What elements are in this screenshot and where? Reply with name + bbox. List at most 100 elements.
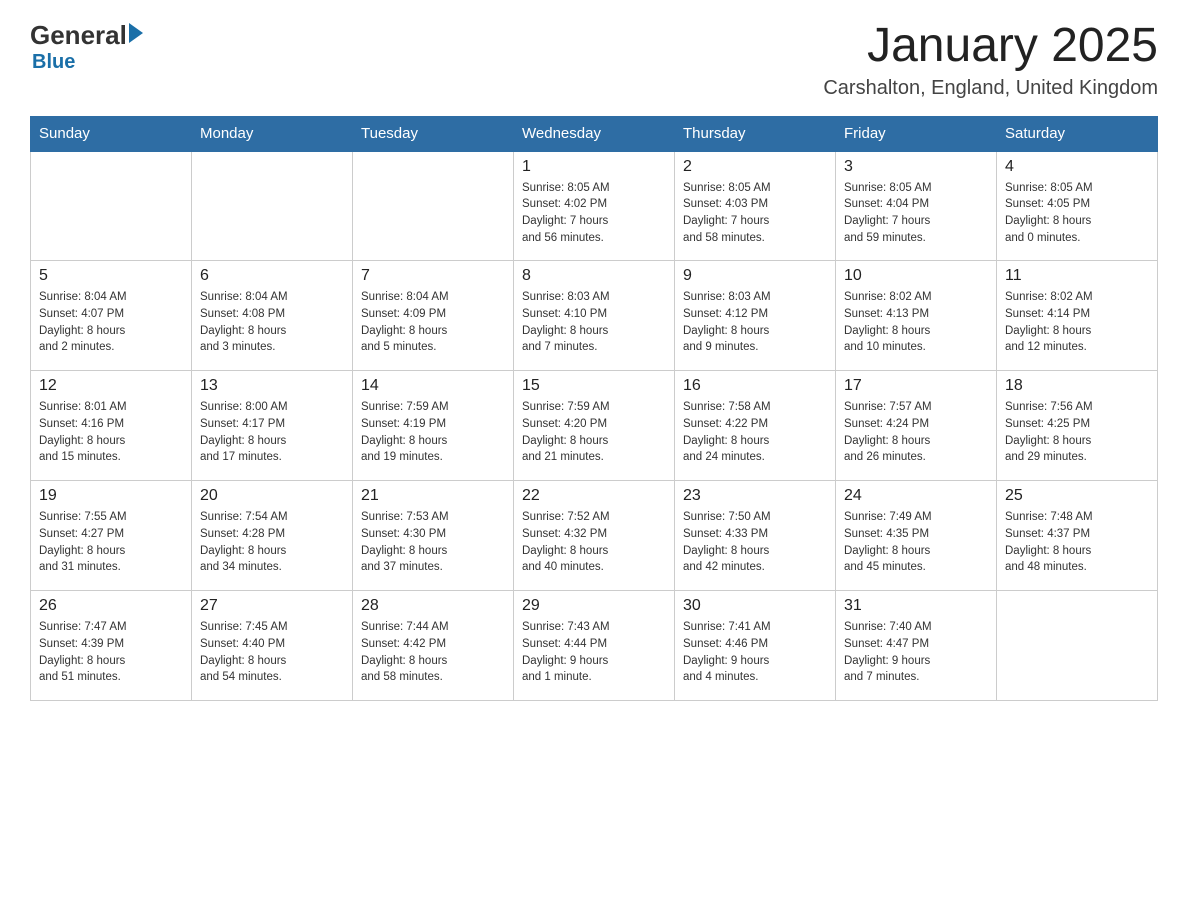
day-info: Sunrise: 8:04 AM Sunset: 4:07 PM Dayligh…	[39, 289, 183, 356]
day-info: Sunrise: 8:01 AM Sunset: 4:16 PM Dayligh…	[39, 399, 183, 466]
day-info: Sunrise: 7:56 AM Sunset: 4:25 PM Dayligh…	[1005, 399, 1149, 466]
day-info: Sunrise: 7:44 AM Sunset: 4:42 PM Dayligh…	[361, 619, 505, 686]
day-info: Sunrise: 8:05 AM Sunset: 4:03 PM Dayligh…	[683, 180, 827, 247]
day-info: Sunrise: 8:03 AM Sunset: 4:10 PM Dayligh…	[522, 289, 666, 356]
day-info: Sunrise: 7:47 AM Sunset: 4:39 PM Dayligh…	[39, 619, 183, 686]
day-number: 5	[39, 267, 183, 285]
calendar-cell: 28 Sunrise: 7:44 AM Sunset: 4:42 PM Dayli…	[353, 591, 514, 701]
calendar-cell: 1Sunrise: 8:05 AM Sunset: 4:02 PM Daylig…	[514, 151, 675, 261]
day-number: 7	[361, 267, 505, 285]
day-number: 8	[522, 267, 666, 285]
day-number: 16	[683, 377, 827, 395]
calendar-cell: 31 Sunrise: 7:40 AM Sunset: 4:47 PM Dayli…	[836, 591, 997, 701]
calendar-cell: 25Sunrise: 7:48 AM Sunset: 4:37 PM Dayli…	[997, 481, 1158, 591]
logo-arrow-icon	[129, 23, 143, 43]
day-info: Sunrise: 8:05 AM Sunset: 4:05 PM Dayligh…	[1005, 180, 1149, 247]
day-info: Sunrise: 8:05 AM Sunset: 4:04 PM Dayligh…	[844, 180, 988, 247]
day-number: 13	[200, 377, 344, 395]
day-info: Sunrise: 7:57 AM Sunset: 4:24 PM Dayligh…	[844, 399, 988, 466]
day-number: 10	[844, 267, 988, 285]
logo: General Blue	[30, 20, 143, 74]
day-number: 28	[361, 597, 505, 615]
day-info: Sunrise: 7:55 AM Sunset: 4:27 PM Dayligh…	[39, 509, 183, 576]
logo-blue-text: Blue	[32, 51, 143, 74]
day-number: 26	[39, 597, 183, 615]
calendar-cell: 6 Sunrise: 8:04 AM Sunset: 4:08 PM Daylig…	[192, 261, 353, 371]
calendar-week-row: 12Sunrise: 8:01 AM Sunset: 4:16 PM Dayli…	[31, 371, 1158, 481]
logo-general-text: General	[30, 20, 127, 51]
day-info: Sunrise: 7:53 AM Sunset: 4:30 PM Dayligh…	[361, 509, 505, 576]
day-number: 19	[39, 487, 183, 505]
calendar-week-row: 26 Sunrise: 7:47 AM Sunset: 4:39 PM Dayli…	[31, 591, 1158, 701]
calendar-cell: 15 Sunrise: 7:59 AM Sunset: 4:20 PM Dayli…	[514, 371, 675, 481]
calendar-title-area: January 2025 Carshalton, England, United…	[823, 20, 1158, 100]
calendar-cell: 16 Sunrise: 7:58 AM Sunset: 4:22 PM Dayli…	[675, 371, 836, 481]
calendar-cell: 21 Sunrise: 7:53 AM Sunset: 4:30 PM Dayli…	[353, 481, 514, 591]
calendar-cell: 20 Sunrise: 7:54 AM Sunset: 4:28 PM Dayli…	[192, 481, 353, 591]
calendar-title: January 2025	[823, 20, 1158, 73]
calendar-cell: 29 Sunrise: 7:43 AM Sunset: 4:44 PM Dayli…	[514, 591, 675, 701]
day-number: 15	[522, 377, 666, 395]
day-info: Sunrise: 7:54 AM Sunset: 4:28 PM Dayligh…	[200, 509, 344, 576]
day-info: Sunrise: 7:43 AM Sunset: 4:44 PM Dayligh…	[522, 619, 666, 686]
weekday-header-sunday: Sunday	[31, 116, 192, 151]
weekday-header-tuesday: Tuesday	[353, 116, 514, 151]
calendar-cell: 9 Sunrise: 8:03 AM Sunset: 4:12 PM Daylig…	[675, 261, 836, 371]
day-info: Sunrise: 7:40 AM Sunset: 4:47 PM Dayligh…	[844, 619, 988, 686]
calendar-subtitle: Carshalton, England, United Kingdom	[823, 77, 1158, 100]
calendar-week-row: 1Sunrise: 8:05 AM Sunset: 4:02 PM Daylig…	[31, 151, 1158, 261]
day-info: Sunrise: 7:52 AM Sunset: 4:32 PM Dayligh…	[522, 509, 666, 576]
calendar-cell	[997, 591, 1158, 701]
calendar-cell: 11 Sunrise: 8:02 AM Sunset: 4:14 PM Dayli…	[997, 261, 1158, 371]
day-number: 9	[683, 267, 827, 285]
day-info: Sunrise: 7:49 AM Sunset: 4:35 PM Dayligh…	[844, 509, 988, 576]
calendar-cell: 10Sunrise: 8:02 AM Sunset: 4:13 PM Dayli…	[836, 261, 997, 371]
day-info: Sunrise: 8:02 AM Sunset: 4:14 PM Dayligh…	[1005, 289, 1149, 356]
day-number: 21	[361, 487, 505, 505]
weekday-header-friday: Friday	[836, 116, 997, 151]
day-number: 29	[522, 597, 666, 615]
calendar-cell: 13 Sunrise: 8:00 AM Sunset: 4:17 PM Dayli…	[192, 371, 353, 481]
calendar-cell: 19 Sunrise: 7:55 AM Sunset: 4:27 PM Dayli…	[31, 481, 192, 591]
calendar-cell	[192, 151, 353, 261]
weekday-header-row: SundayMondayTuesdayWednesdayThursdayFrid…	[31, 116, 1158, 151]
calendar-cell: 4 Sunrise: 8:05 AM Sunset: 4:05 PM Daylig…	[997, 151, 1158, 261]
day-number: 17	[844, 377, 988, 395]
day-number: 3	[844, 158, 988, 176]
day-info: Sunrise: 7:59 AM Sunset: 4:20 PM Dayligh…	[522, 399, 666, 466]
day-info: Sunrise: 8:04 AM Sunset: 4:08 PM Dayligh…	[200, 289, 344, 356]
weekday-header-thursday: Thursday	[675, 116, 836, 151]
day-number: 11	[1005, 267, 1149, 285]
calendar-week-row: 19 Sunrise: 7:55 AM Sunset: 4:27 PM Dayli…	[31, 481, 1158, 591]
day-number: 6	[200, 267, 344, 285]
page-header: General Blue January 2025 Carshalton, En…	[30, 20, 1158, 100]
calendar-table: SundayMondayTuesdayWednesdayThursdayFrid…	[30, 116, 1158, 702]
day-number: 2	[683, 158, 827, 176]
day-number: 22	[522, 487, 666, 505]
day-number: 4	[1005, 158, 1149, 176]
calendar-week-row: 5 Sunrise: 8:04 AM Sunset: 4:07 PM Daylig…	[31, 261, 1158, 371]
calendar-cell	[31, 151, 192, 261]
day-number: 20	[200, 487, 344, 505]
day-info: Sunrise: 7:45 AM Sunset: 4:40 PM Dayligh…	[200, 619, 344, 686]
day-info: Sunrise: 7:41 AM Sunset: 4:46 PM Dayligh…	[683, 619, 827, 686]
day-info: Sunrise: 7:58 AM Sunset: 4:22 PM Dayligh…	[683, 399, 827, 466]
day-number: 18	[1005, 377, 1149, 395]
calendar-cell: 30Sunrise: 7:41 AM Sunset: 4:46 PM Dayli…	[675, 591, 836, 701]
weekday-header-monday: Monday	[192, 116, 353, 151]
day-info: Sunrise: 7:50 AM Sunset: 4:33 PM Dayligh…	[683, 509, 827, 576]
day-info: Sunrise: 7:48 AM Sunset: 4:37 PM Dayligh…	[1005, 509, 1149, 576]
calendar-cell: 18 Sunrise: 7:56 AM Sunset: 4:25 PM Dayli…	[997, 371, 1158, 481]
day-number: 1	[522, 158, 666, 176]
day-info: Sunrise: 8:03 AM Sunset: 4:12 PM Dayligh…	[683, 289, 827, 356]
calendar-cell: 24 Sunrise: 7:49 AM Sunset: 4:35 PM Dayli…	[836, 481, 997, 591]
calendar-cell: 17 Sunrise: 7:57 AM Sunset: 4:24 PM Dayli…	[836, 371, 997, 481]
calendar-cell: 22 Sunrise: 7:52 AM Sunset: 4:32 PM Dayli…	[514, 481, 675, 591]
day-number: 14	[361, 377, 505, 395]
weekday-header-wednesday: Wednesday	[514, 116, 675, 151]
day-info: Sunrise: 8:00 AM Sunset: 4:17 PM Dayligh…	[200, 399, 344, 466]
calendar-cell	[353, 151, 514, 261]
day-number: 31	[844, 597, 988, 615]
day-number: 24	[844, 487, 988, 505]
day-info: Sunrise: 8:04 AM Sunset: 4:09 PM Dayligh…	[361, 289, 505, 356]
